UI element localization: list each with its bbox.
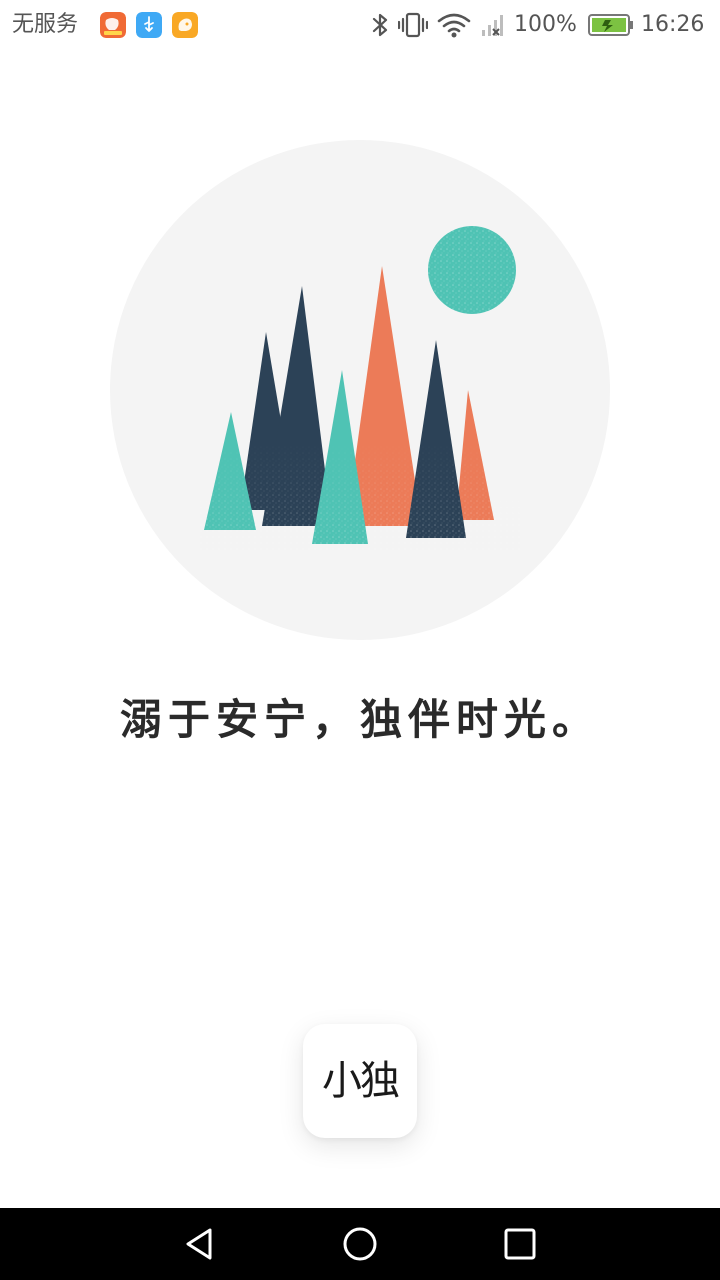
usb-icon [136,12,162,38]
moon-shape [428,226,516,314]
uc-browser-icon [100,12,126,38]
recents-icon[interactable] [498,1222,542,1266]
carrier-label: 无服务 [12,12,79,37]
bluetooth-icon [372,13,388,37]
battery-percent: 100% [514,12,577,37]
battery-charging-icon [588,14,633,36]
uc-squirrel-icon [172,12,198,38]
app-logo-badge: 小独 [303,1024,417,1138]
navigation-bar [0,1208,720,1280]
wifi-icon [437,13,471,38]
vibrate-icon [398,12,428,38]
signal-no-service-icon [482,15,503,36]
status-bar: 无服务 100% 16:26 [0,0,720,50]
slogan-text: 溺于安宁，独伴时光。 [119,695,600,744]
back-icon[interactable] [178,1222,222,1266]
app-logo-text: 小独 [322,1058,400,1104]
mountains-and-moon-illustration [200,226,520,550]
clock-time: 16:26 [641,12,705,37]
home-icon[interactable] [338,1222,382,1266]
